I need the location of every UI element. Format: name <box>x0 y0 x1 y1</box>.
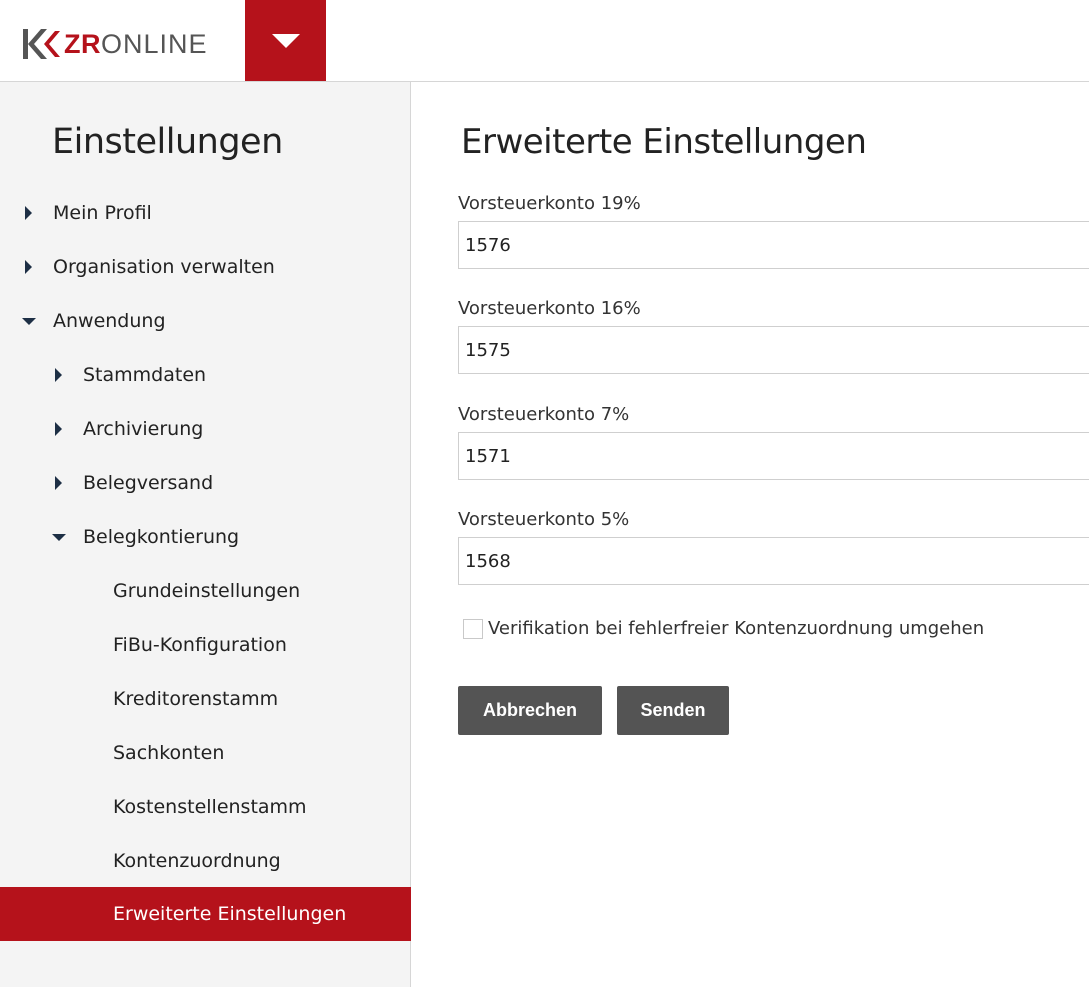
sidebar-title: Einstellungen <box>52 122 283 162</box>
main-menu-dropdown-button[interactable] <box>245 0 326 81</box>
zr-online-logo[interactable]: ZR ONLINE <box>22 26 208 62</box>
sidebar-item-label: Sachkonten <box>113 742 225 764</box>
caret-down-icon <box>22 317 36 325</box>
vorsteuerkonto-16-label: Vorsteuerkonto 16% <box>458 298 641 319</box>
caret-right-icon <box>55 422 62 436</box>
vorsteuerkonto-7-label: Vorsteuerkonto 7% <box>458 404 630 425</box>
sidebar-item-label: Anwendung <box>53 310 166 332</box>
sidebar-item-erweiterte-einstellungen[interactable]: Erweiterte Einstellungen <box>0 887 411 941</box>
sidebar-item-anwendung[interactable]: Anwendung <box>0 294 411 348</box>
caret-right-icon <box>55 476 62 490</box>
sidebar-item-mein-profil[interactable]: Mein Profil <box>0 186 411 240</box>
page-title: Erweiterte Einstellungen <box>461 122 867 162</box>
sidebar-item-label: Kreditorenstamm <box>113 688 279 710</box>
sidebar-item-belegkontierung[interactable]: Belegkontierung <box>0 510 411 564</box>
sidebar-item-belegversand[interactable]: Belegversand <box>0 456 411 510</box>
kk-logo-mark-icon <box>22 27 62 61</box>
sidebar-item-kreditorenstamm[interactable]: Kreditorenstamm <box>0 672 411 726</box>
verification-option[interactable]: Verifikation bei fehlerfreier Kontenzuor… <box>463 618 984 639</box>
sidebar-item-label: Kostenstellenstamm <box>113 796 307 818</box>
sidebar-item-label: Belegkontierung <box>83 526 240 548</box>
sidebar-item-label: Archivierung <box>83 418 204 440</box>
send-button[interactable]: Senden <box>617 686 729 735</box>
caret-right-icon <box>25 260 32 274</box>
logo-text-zr: ZR <box>64 28 101 59</box>
caret-right-icon <box>25 206 32 220</box>
verification-checkbox-label[interactable]: Verifikation bei fehlerfreier Kontenzuor… <box>488 618 984 639</box>
sidebar-item-label: Kontenzuordnung <box>113 850 281 872</box>
settings-sidebar: Einstellungen Mein Profil Organisation v… <box>0 82 411 987</box>
caret-down-icon <box>271 33 300 48</box>
sidebar-item-label: Erweiterte Einstellungen <box>113 903 347 925</box>
cancel-button[interactable]: Abbrechen <box>458 686 602 735</box>
caret-down-icon <box>52 533 66 541</box>
main-content: Erweiterte Einstellungen Vorsteuerkonto … <box>412 82 1089 987</box>
sidebar-item-organisation-verwalten[interactable]: Organisation verwalten <box>0 240 411 294</box>
sidebar-item-label: Organisation verwalten <box>53 256 275 278</box>
caret-right-icon <box>55 368 62 382</box>
vorsteuerkonto-19-input[interactable] <box>458 221 1089 269</box>
vorsteuerkonto-16-input[interactable] <box>458 326 1089 374</box>
top-header: ZR ONLINE <box>0 0 1089 82</box>
sidebar-item-fibu-konfiguration[interactable]: FiBu-Konfiguration <box>0 618 411 672</box>
sidebar-item-label: Stammdaten <box>83 364 207 386</box>
sidebar-item-archivierung[interactable]: Archivierung <box>0 402 411 456</box>
sidebar-item-stammdaten[interactable]: Stammdaten <box>0 348 411 402</box>
sidebar-item-grundeinstellungen[interactable]: Grundeinstellungen <box>0 564 411 618</box>
vorsteuerkonto-5-label: Vorsteuerkonto 5% <box>458 509 630 530</box>
sidebar-item-label: Grundeinstellungen <box>113 580 301 602</box>
logo-text-online: ONLINE <box>101 28 208 59</box>
verification-checkbox[interactable] <box>463 618 483 639</box>
vorsteuerkonto-19-label: Vorsteuerkonto 19% <box>458 193 641 214</box>
sidebar-item-sachkonten[interactable]: Sachkonten <box>0 726 411 780</box>
vorsteuerkonto-5-input[interactable] <box>458 537 1089 585</box>
sidebar-item-label: FiBu-Konfiguration <box>113 634 287 656</box>
sidebar-item-kostenstellenstamm[interactable]: Kostenstellenstamm <box>0 780 411 834</box>
sidebar-item-label: Mein Profil <box>53 202 152 224</box>
sidebar-item-label: Belegversand <box>83 472 214 494</box>
vorsteuerkonto-7-input[interactable] <box>458 432 1089 480</box>
sidebar-item-kontenzuordnung[interactable]: Kontenzuordnung <box>0 834 411 888</box>
